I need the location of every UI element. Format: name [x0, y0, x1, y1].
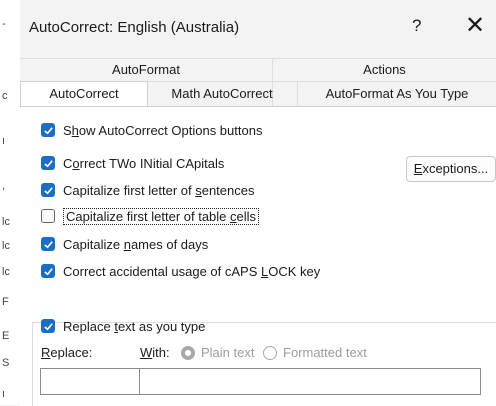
replace-text-row[interactable]: Replace text as you type: [41, 317, 205, 335]
tab-row-top: AutoFormat Actions: [20, 58, 496, 81]
edge-text: c: [2, 90, 8, 102]
formatted-text-radio[interactable]: Formatted text: [263, 345, 367, 360]
tab-autoformat-as-you-type[interactable]: AutoFormat As You Type: [298, 82, 496, 105]
background-window-edge: - c ı , lc lc lc F E S ı: [0, 0, 21, 405]
replace-input[interactable]: [40, 368, 140, 395]
edge-text: lc: [2, 216, 10, 228]
show-autocorrect-options-row[interactable]: Show AutoCorrect Options buttons: [41, 121, 262, 139]
tab-math-autocorrect[interactable]: Math AutoCorrect: [147, 82, 297, 105]
exceptions-button[interactable]: Exceptions...: [406, 156, 496, 182]
with-input[interactable]: [139, 368, 481, 395]
checkbox-unchecked[interactable]: [41, 209, 55, 223]
capitalize-sentences-row[interactable]: Capitalize first letter of sentences: [41, 181, 254, 199]
edge-text: F: [2, 296, 9, 308]
edge-text: ı: [2, 135, 6, 147]
check-icon: [43, 159, 53, 167]
checkbox-checked[interactable]: [41, 123, 55, 137]
title-bar: AutoCorrect: English (Australia) ? ✕: [20, 0, 496, 58]
help-button[interactable]: ?: [412, 16, 421, 36]
replace-label: Replace:: [41, 345, 93, 360]
capitalize-table-cells-row[interactable]: Capitalize first letter of table cells: [41, 207, 260, 225]
caps-lock-label: Correct accidental usage of cAPS LOCK ke…: [63, 263, 321, 279]
show-autocorrect-options-label: Show AutoCorrect Options buttons: [63, 122, 263, 138]
plain-text-radio[interactable]: Plain text: [181, 345, 254, 360]
tab-divider: [297, 82, 298, 106]
edge-text: E: [2, 330, 10, 342]
check-icon: [43, 186, 53, 194]
edge-text: lc: [2, 240, 10, 252]
check-icon: [43, 240, 53, 248]
capitalize-names-of-days-label: Capitalize names of days: [63, 236, 209, 252]
check-icon: [43, 126, 53, 134]
tab-autocorrect[interactable]: AutoCorrect: [20, 81, 148, 107]
checkbox-checked[interactable]: [41, 156, 55, 170]
check-icon: [43, 267, 53, 275]
tab-actions[interactable]: Actions: [273, 58, 496, 81]
check-icon: [43, 322, 53, 330]
radio-selected: [181, 345, 195, 360]
close-button[interactable]: ✕: [465, 11, 485, 40]
edge-text: S: [2, 357, 10, 369]
checkbox-checked[interactable]: [41, 183, 55, 197]
checkbox-checked[interactable]: [41, 264, 55, 278]
with-label: With:: [140, 345, 170, 360]
checkbox-checked[interactable]: [41, 319, 55, 333]
dialog-title: AutoCorrect: English (Australia): [29, 19, 240, 36]
edge-text: ,: [2, 180, 6, 192]
capitalize-table-cells-label: Capitalize first letter of table cells: [63, 207, 260, 225]
replace-text-label: Replace text as you type: [63, 318, 206, 334]
capitalize-names-of-days-row[interactable]: Capitalize names of days: [41, 235, 208, 253]
edge-text: lc: [2, 266, 10, 278]
edge-text: ı: [2, 388, 6, 400]
tab-row-bottom: AutoCorrect Math AutoCorrect AutoFormat …: [20, 81, 496, 107]
tab-autoformat[interactable]: AutoFormat: [20, 58, 272, 81]
autocorrect-dialog: AutoCorrect: English (Australia) ? ✕ Aut…: [20, 0, 496, 406]
caps-lock-row[interactable]: Correct accidental usage of cAPS LOCK ke…: [41, 262, 320, 280]
radio-unselected: [263, 345, 277, 360]
capitalize-sentences-label: Capitalize first letter of sentences: [63, 182, 255, 198]
correct-two-initial-capitals-label: Correct TWo INitial CApitals: [63, 155, 225, 171]
edge-text: -: [2, 18, 6, 30]
checkbox-checked[interactable]: [41, 237, 55, 251]
correct-two-initial-capitals-row[interactable]: Correct TWo INitial CApitals: [41, 154, 224, 172]
